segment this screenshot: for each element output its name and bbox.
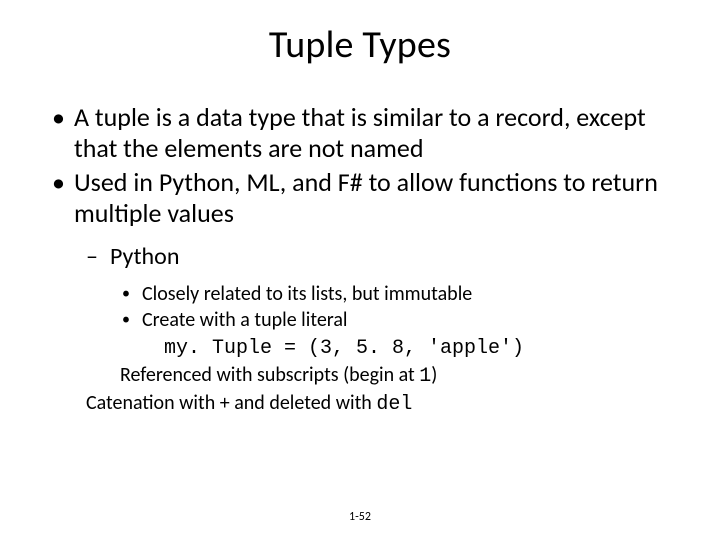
bullet-item: Closely related to its lists, but immuta…	[120, 283, 670, 307]
code-text: 1	[419, 365, 431, 388]
code-text: del	[376, 393, 412, 416]
bullet-item: Create with a tuple literal	[120, 309, 670, 333]
slide: Tuple Types A tuple is a data type that …	[0, 0, 720, 540]
code-text: my. Tuple = (3, 5. 8, 'apple')	[164, 337, 524, 360]
bullet-list-lvl1: A tuple is a data type that is similar t…	[50, 102, 670, 418]
plain-lines: my. Tuple = (3, 5. 8, 'apple') Reference…	[120, 334, 670, 418]
bullet-item: A tuple is a data type that is similar t…	[50, 102, 670, 163]
bullet-list-lvl2: Python Closely related to its lists, but…	[82, 243, 670, 419]
code-line: my. Tuple = (3, 5. 8, 'apple')	[120, 334, 670, 362]
text: Catenation with + and deleted with	[86, 391, 376, 415]
bullet-text: Python	[110, 242, 179, 271]
slide-number: 1-52	[0, 510, 720, 524]
text-line: Referenced with subscripts (begin at 1)	[120, 362, 670, 390]
bullet-text: Closely related to its lists, but immuta…	[142, 282, 472, 306]
bullet-text: A tuple is a data type that is similar t…	[74, 101, 646, 164]
text-line: Catenation with + and deleted with del	[86, 390, 670, 418]
bullet-item: Used in Python, ML, and F# to allow func…	[50, 167, 670, 418]
bullet-item: Python Closely related to its lists, but…	[82, 243, 670, 419]
bullet-list-lvl3: Closely related to its lists, but immuta…	[120, 283, 670, 332]
text: Referenced with subscripts (begin at	[120, 363, 419, 387]
slide-title: Tuple Types	[0, 0, 720, 68]
bullet-text: Used in Python, ML, and F# to allow func…	[74, 166, 658, 229]
text: )	[431, 363, 437, 387]
slide-body: A tuple is a data type that is similar t…	[0, 68, 720, 418]
bullet-text: Create with a tuple literal	[142, 308, 348, 332]
